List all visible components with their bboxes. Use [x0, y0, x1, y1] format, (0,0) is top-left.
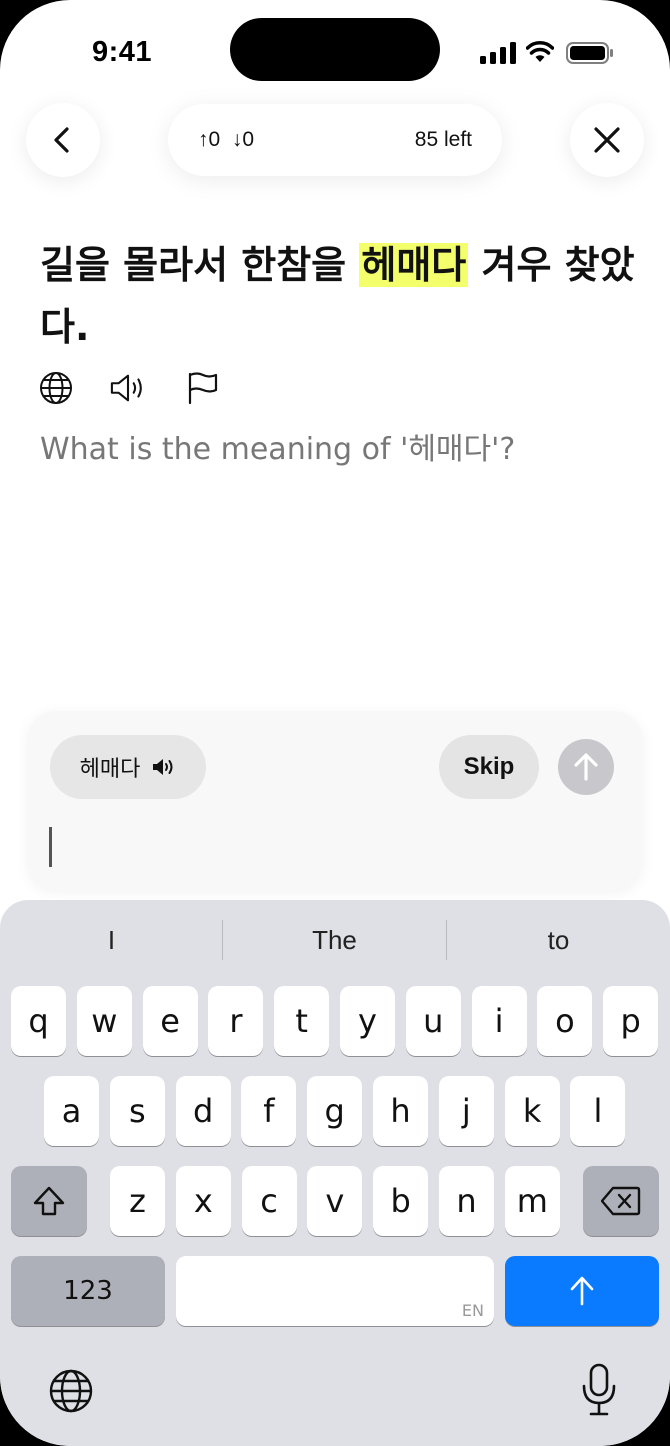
space-key[interactable]: EN: [176, 1256, 494, 1326]
key-t[interactable]: t: [274, 986, 330, 1056]
key-c[interactable]: c: [241, 1166, 297, 1236]
key-b[interactable]: b: [373, 1166, 429, 1236]
flag-icon: [188, 372, 218, 405]
status-bar: 9:41: [0, 0, 670, 100]
close-button[interactable]: [570, 103, 644, 177]
key-l[interactable]: l: [570, 1076, 626, 1146]
microphone-icon: [582, 1363, 616, 1416]
arrow-up-icon: [570, 1276, 594, 1306]
chevron-left-icon: [54, 127, 69, 153]
translate-button[interactable]: [38, 370, 74, 406]
suggestion-2[interactable]: The: [223, 920, 446, 960]
key-p[interactable]: p: [603, 986, 659, 1056]
suggestion-3[interactable]: to: [447, 920, 670, 960]
review-counts: ↑0 ↓0: [198, 128, 254, 152]
skip-button[interactable]: Skip: [439, 735, 539, 799]
key-g[interactable]: g: [307, 1076, 363, 1146]
dictation-key[interactable]: [574, 1360, 624, 1420]
space-language-label: EN: [461, 1301, 484, 1320]
status-time: 9:41: [92, 36, 153, 68]
word-audio-chip[interactable]: 헤매다: [50, 735, 206, 799]
key-d[interactable]: d: [175, 1076, 231, 1146]
cellular-signal-icon: [480, 42, 516, 64]
key-o[interactable]: o: [537, 986, 593, 1056]
key-e[interactable]: e: [142, 986, 198, 1056]
answer-card: 헤매다 Skip: [27, 711, 643, 891]
speaker-filled-icon: [153, 759, 173, 775]
progress-counter: ↑0 ↓0 85 left: [168, 104, 502, 176]
sentence-before: 길을 몰라서 한참을: [40, 243, 360, 287]
answer-input-caret[interactable]: [49, 827, 52, 867]
report-button[interactable]: [184, 370, 220, 406]
wifi-icon: [526, 41, 554, 62]
shift-icon: [33, 1186, 65, 1216]
key-r[interactable]: r: [208, 986, 264, 1056]
return-key[interactable]: [505, 1256, 659, 1326]
speaker-icon: [110, 374, 142, 402]
globe-key[interactable]: [46, 1366, 96, 1416]
arrow-up-icon: [574, 753, 598, 781]
word-chip-label: 헤매다: [79, 757, 141, 782]
key-v[interactable]: v: [307, 1166, 363, 1236]
keyboard: I The to qwertyuiop asdfghjkl zxcvbnm 12…: [0, 900, 670, 1446]
key-m[interactable]: m: [504, 1166, 560, 1236]
delete-key[interactable]: [583, 1166, 659, 1236]
key-x[interactable]: x: [175, 1166, 231, 1236]
globe-icon: [40, 372, 72, 404]
dynamic-island: [230, 18, 440, 81]
key-h[interactable]: h: [373, 1076, 428, 1146]
key-q[interactable]: q: [11, 986, 66, 1056]
key-j[interactable]: j: [438, 1076, 494, 1146]
question-prompt: What is the meaning of '헤매다'?: [40, 432, 516, 467]
globe-icon: [49, 1369, 93, 1413]
audio-button[interactable]: [110, 370, 146, 406]
remaining-count: 85 left: [414, 128, 472, 151]
example-sentence: 길을 몰라서 한참을 헤매다 겨우 찾았다.: [40, 234, 640, 358]
send-button[interactable]: [558, 739, 614, 795]
battery-icon: [566, 42, 613, 64]
numbers-key[interactable]: 123: [11, 1256, 165, 1326]
up-count: ↑0: [198, 128, 221, 151]
key-f[interactable]: f: [241, 1076, 297, 1146]
key-z[interactable]: z: [110, 1166, 165, 1236]
key-s[interactable]: s: [109, 1076, 165, 1146]
backspace-icon: [601, 1186, 641, 1216]
phone-screen: 9:41 ↑0 ↓0 85 left 길을 몰라서 한참을 헤매다 겨우 찾았다…: [0, 0, 670, 1446]
shift-key[interactable]: [11, 1166, 87, 1236]
key-k[interactable]: k: [504, 1076, 560, 1146]
key-i[interactable]: i: [471, 986, 527, 1056]
key-n[interactable]: n: [439, 1166, 494, 1236]
key-u[interactable]: u: [405, 986, 461, 1056]
key-a[interactable]: a: [44, 1076, 99, 1146]
key-y[interactable]: y: [340, 986, 395, 1056]
back-button[interactable]: [26, 103, 100, 177]
suggestion-1[interactable]: I: [0, 920, 223, 960]
key-w[interactable]: w: [76, 986, 132, 1056]
close-icon: [594, 127, 620, 153]
highlighted-word: 헤매다: [359, 243, 469, 287]
down-count: ↓0: [231, 128, 255, 151]
